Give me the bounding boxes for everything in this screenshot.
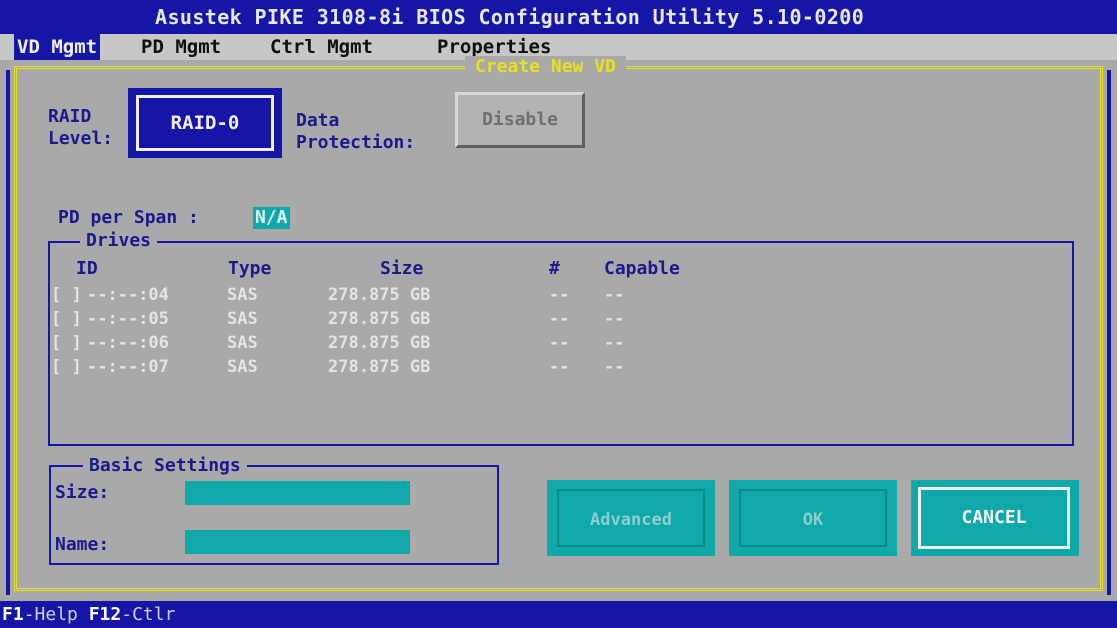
drive-checkbox[interactable]: [ ] xyxy=(51,331,82,355)
drive-type: SAS xyxy=(227,285,258,305)
status-bar: F1-Help F12-Ctlr xyxy=(0,601,1117,628)
pd-per-span-label: PD per Span : xyxy=(58,207,199,228)
help-key: F1 xyxy=(2,604,24,625)
drive-type: SAS xyxy=(227,333,258,353)
drive-capable: -- xyxy=(604,285,625,305)
panel-left-border xyxy=(6,70,10,595)
data-protection-label-line1: Data xyxy=(296,110,340,131)
drive-id: --:--:06 xyxy=(87,333,169,353)
drive-id: --:--:05 xyxy=(87,309,169,329)
basic-settings-legend: Basic Settings xyxy=(83,455,247,477)
drive-size: 278.875 GB xyxy=(328,333,431,353)
column-header-capable: Capable xyxy=(604,258,680,279)
menu-ctrl-mgmt[interactable]: Ctrl Mgmt xyxy=(267,34,376,60)
menu-pd-mgmt[interactable]: PD Mgmt xyxy=(138,34,224,60)
drive-type: SAS xyxy=(227,357,258,377)
drives-legend: Drives xyxy=(80,230,158,252)
drive-id: --:--:07 xyxy=(87,357,169,377)
data-protection-button[interactable]: Disable xyxy=(455,92,585,148)
help-key-label: -Help xyxy=(23,604,78,625)
raid-level-label-line1: RAID xyxy=(48,106,92,127)
drive-checkbox[interactable]: [ ] xyxy=(51,283,82,307)
panel-right-border xyxy=(1107,70,1111,595)
data-protection-label-line2: Protection: xyxy=(296,132,416,153)
drive-checkbox[interactable]: [ ] xyxy=(51,307,82,331)
column-header-id: ID xyxy=(76,258,98,279)
drive-capable: -- xyxy=(604,333,625,353)
drive-id: --:--:04 xyxy=(87,285,169,305)
menu-vd-mgmt[interactable]: VD Mgmt xyxy=(14,34,101,60)
drive-number: -- xyxy=(549,333,570,353)
ctrl-key-label: -Ctlr xyxy=(121,604,176,625)
drive-size: 278.875 GB xyxy=(328,285,431,305)
ok-button-label[interactable]: OK xyxy=(739,489,887,547)
drive-capable: -- xyxy=(604,309,625,329)
advanced-button-label[interactable]: Advanced xyxy=(557,489,705,547)
raid-level-label-line2: Level: xyxy=(48,128,114,149)
drive-number: -- xyxy=(549,357,570,377)
drive-type: SAS xyxy=(227,309,258,329)
drive-number: -- xyxy=(549,285,570,305)
drive-checkbox[interactable]: [ ] xyxy=(51,355,82,379)
name-field[interactable] xyxy=(185,530,410,554)
drive-number: -- xyxy=(549,309,570,329)
dialog-title: Create New VD xyxy=(465,56,626,78)
column-header-size: Size xyxy=(380,258,424,279)
column-header-type: Type xyxy=(228,258,272,279)
column-header-number: # xyxy=(549,258,560,279)
ctrl-key: F12 xyxy=(88,604,122,625)
drive-size: 278.875 GB xyxy=(328,357,431,377)
pd-per-span-value[interactable]: N/A xyxy=(253,207,290,229)
title-bar: Asustek PIKE 3108-8i BIOS Configuration … xyxy=(0,0,1117,34)
size-field[interactable] xyxy=(185,481,410,505)
cancel-button-label[interactable]: CANCEL xyxy=(918,487,1070,549)
drive-size: 278.875 GB xyxy=(328,309,431,329)
window-title: Asustek PIKE 3108-8i BIOS Configuration … xyxy=(155,5,865,29)
raid-level-value[interactable]: RAID-0 xyxy=(136,95,274,151)
drive-capable: -- xyxy=(604,357,625,377)
name-label: Name: xyxy=(55,534,110,555)
size-label: Size: xyxy=(55,482,110,503)
